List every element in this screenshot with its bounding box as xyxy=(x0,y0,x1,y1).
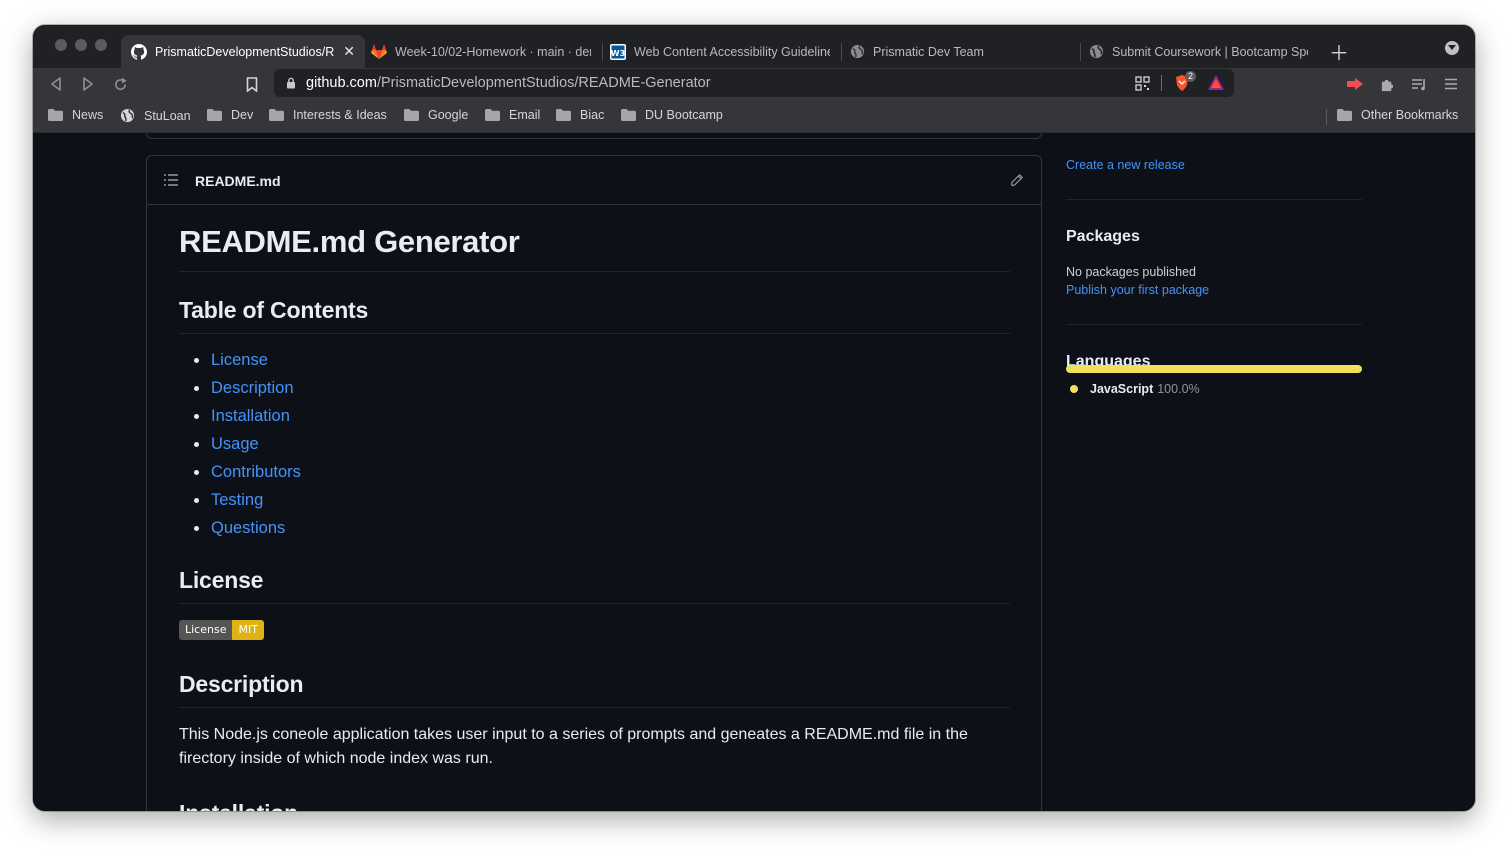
bookmark-email[interactable]: Email xyxy=(485,108,540,122)
globe-icon xyxy=(1088,44,1104,60)
zoom-window-button[interactable] xyxy=(95,39,107,51)
github-icon xyxy=(131,43,147,60)
file-list-box xyxy=(146,133,1042,139)
language-color-dot xyxy=(1070,385,1078,393)
forward-icon[interactable] xyxy=(78,74,98,94)
outline-list-icon[interactable] xyxy=(164,174,178,186)
globe-icon xyxy=(849,44,865,60)
tab-wcag[interactable]: W3 Web Content Accessibility Guideline xyxy=(600,35,840,68)
folder-icon xyxy=(1337,109,1352,121)
readme-box: README.md README.md Generator Table of C… xyxy=(146,155,1042,811)
bookmark-stuloan[interactable]: StuLoan xyxy=(120,108,191,123)
readme-filename: README.md xyxy=(195,173,281,189)
close-window-button[interactable] xyxy=(55,39,67,51)
url-domain: github.com xyxy=(306,75,377,91)
packages-heading: Packages xyxy=(1066,228,1140,245)
tab-submit-coursework[interactable]: Submit Coursework | Bootcamp Spo xyxy=(1078,35,1318,68)
url-path: /PrismaticDevelopmentStudios/README-Gene… xyxy=(376,75,711,91)
extensions-puzzle-icon[interactable] xyxy=(1377,74,1397,94)
language-percent: 100.0% xyxy=(1157,382,1200,396)
badge-right-text: MIT xyxy=(232,620,264,640)
shield-count-badge: 2 xyxy=(1185,71,1197,82)
tab-label: Week-10/02-Homework · main · den xyxy=(395,44,591,59)
description-text: This Node.js coneole application takes u… xyxy=(179,726,968,767)
new-tab-icon[interactable]: ＋ xyxy=(1329,37,1349,66)
bookmark-other-bookmarks[interactable]: Other Bookmarks xyxy=(1337,108,1458,122)
tab-search-icon[interactable] xyxy=(1445,41,1459,55)
folder-icon xyxy=(48,109,63,121)
close-tab-icon[interactable]: ✕ xyxy=(343,43,355,60)
table-of-contents: License Description Installation Usage C… xyxy=(179,350,301,546)
language-bar xyxy=(1066,365,1362,373)
toc-link-description[interactable]: Description xyxy=(179,378,301,406)
create-release-link[interactable]: Create a new release xyxy=(1066,158,1185,172)
toc-link-usage[interactable]: Usage xyxy=(179,434,301,462)
badge-left-text: License xyxy=(179,620,233,640)
folder-icon xyxy=(621,109,636,121)
bookmark-news[interactable]: News xyxy=(48,108,103,122)
back-icon[interactable] xyxy=(46,74,66,94)
language-item-javascript[interactable]: JavaScript 100.0% xyxy=(1070,382,1200,396)
toolbar: github.com/PrismaticDevelopmentStudios/R… xyxy=(33,68,1475,101)
tab-github-readme[interactable]: PrismaticDevelopmentStudios/R ✕ xyxy=(121,35,365,68)
license-heading: License xyxy=(179,567,264,593)
bookmark-icon[interactable] xyxy=(242,74,262,94)
tab-label: Web Content Accessibility Guideline xyxy=(634,44,830,59)
gitlab-icon xyxy=(371,43,387,60)
edit-pencil-icon[interactable] xyxy=(1010,173,1024,187)
bookmark-du-bootcamp[interactable]: DU Bootcamp xyxy=(621,108,723,122)
toc-link-installation[interactable]: Installation xyxy=(179,406,301,434)
packages-status: No packages published xyxy=(1066,265,1196,279)
tab-label: PrismaticDevelopmentStudios/R xyxy=(155,44,335,59)
readme-header: README.md xyxy=(147,156,1041,205)
description-heading: Description xyxy=(179,671,304,697)
bookmarks-bar: News StuLoan Dev Interests & Ideas Googl… xyxy=(33,101,1475,133)
tab-label: Prismatic Dev Team xyxy=(873,44,984,59)
qr-code-icon[interactable] xyxy=(1135,76,1150,91)
tab-gitlab-homework[interactable]: Week-10/02-Homework · main · den xyxy=(361,35,601,68)
publish-package-link[interactable]: Publish your first package xyxy=(1066,283,1209,297)
language-name: JavaScript xyxy=(1090,382,1154,396)
globe-icon xyxy=(120,108,135,123)
toc-link-contributors[interactable]: Contributors xyxy=(179,462,301,490)
bookmark-interests-ideas[interactable]: Interests & Ideas xyxy=(269,108,387,122)
tab-label: Submit Coursework | Bootcamp Spo xyxy=(1112,44,1308,59)
readme-title: README.md Generator xyxy=(179,224,520,259)
page-content: README.md README.md Generator Table of C… xyxy=(33,133,1475,811)
bookmark-google[interactable]: Google xyxy=(404,108,468,122)
svg-text:W3: W3 xyxy=(611,49,625,58)
extension-red-icon[interactable] xyxy=(1345,74,1365,94)
toc-link-testing[interactable]: Testing xyxy=(179,490,301,518)
folder-icon xyxy=(207,109,222,121)
folder-icon xyxy=(269,109,284,121)
folder-icon xyxy=(404,109,419,121)
license-badge[interactable]: License MIT xyxy=(179,620,264,640)
minimize-window-button[interactable] xyxy=(75,39,87,51)
lock-icon xyxy=(286,77,296,89)
playlist-icon[interactable] xyxy=(1409,74,1429,94)
browser-window: PrismaticDevelopmentStudios/R ✕ Week-10/… xyxy=(33,25,1475,811)
toc-link-questions[interactable]: Questions xyxy=(179,518,301,546)
installation-heading: Installation xyxy=(179,800,298,811)
w3c-icon: W3 xyxy=(610,43,626,60)
menu-icon[interactable] xyxy=(1441,74,1461,94)
toc-heading: Table of Contents xyxy=(179,297,369,323)
brave-rewards-icon[interactable] xyxy=(1207,74,1225,91)
folder-icon xyxy=(485,109,500,121)
bookmark-dev[interactable]: Dev xyxy=(207,108,253,122)
reload-icon[interactable] xyxy=(110,74,130,94)
toc-link-license[interactable]: License xyxy=(179,350,301,378)
bookmark-biac[interactable]: Biac xyxy=(556,108,604,122)
folder-icon xyxy=(556,109,571,121)
tab-prismatic-dev-team[interactable]: Prismatic Dev Team xyxy=(839,35,1079,68)
address-bar[interactable]: github.com/PrismaticDevelopmentStudios/R… xyxy=(274,69,1234,97)
tab-strip: PrismaticDevelopmentStudios/R ✕ Week-10/… xyxy=(33,25,1475,68)
